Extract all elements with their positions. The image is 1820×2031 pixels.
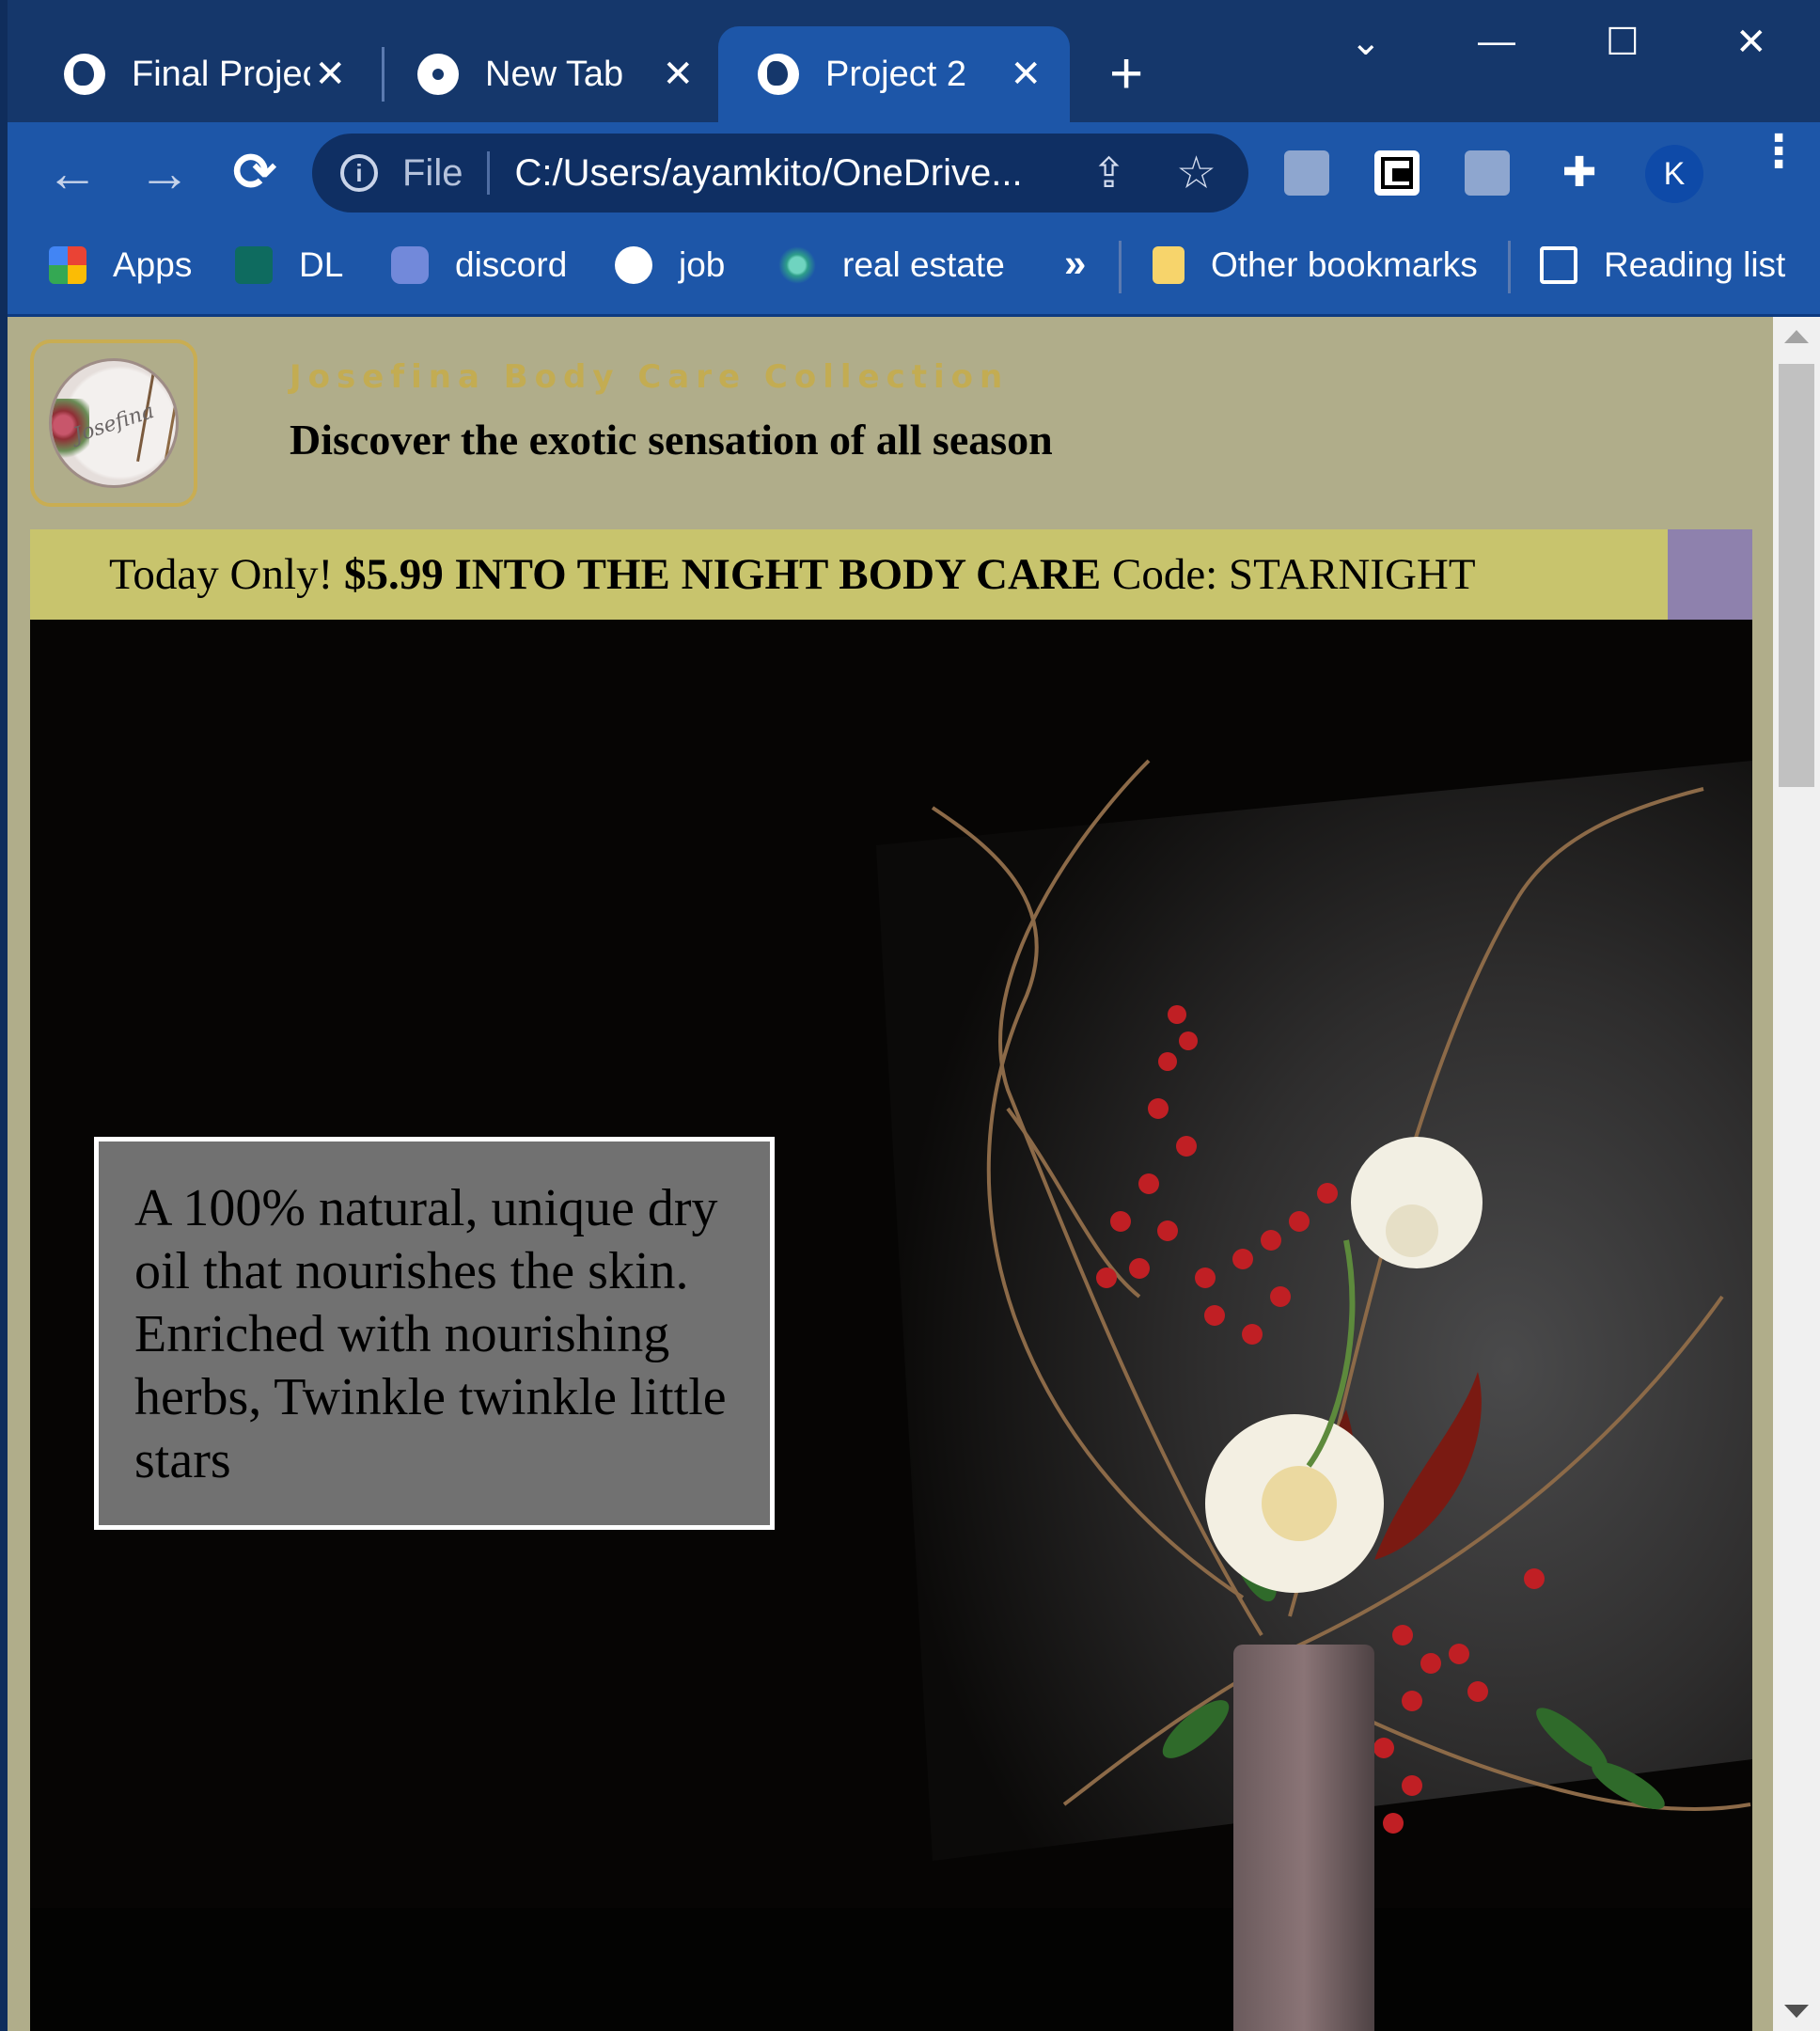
logo-wreath: Josefina <box>49 358 179 488</box>
globe-icon <box>758 54 799 95</box>
ny-state-icon <box>235 246 273 284</box>
tab-search-dropdown-icon[interactable]: ⌄ <box>1350 21 1382 64</box>
close-tab-icon[interactable]: ✕ <box>314 53 346 96</box>
vertical-scrollbar[interactable] <box>1773 317 1820 2031</box>
promo-code: Code: STARNIGHT <box>1111 550 1476 599</box>
bookmark-label: real estate <box>842 245 1005 284</box>
site-logo[interactable]: Josefina <box>30 339 197 507</box>
bookmark-star-icon[interactable]: ☆ <box>1176 147 1216 199</box>
picture-in-picture-icon[interactable] <box>1374 150 1420 196</box>
product-caption-text: A 100% natural, unique dry oil that nour… <box>134 1179 727 1489</box>
url-text[interactable]: C:/Users/ayamkito/OneDrive... <box>514 152 1022 195</box>
tab-title: New Tab <box>485 54 624 94</box>
minimize-button[interactable]: — <box>1478 21 1515 63</box>
promo-banner: Today Only! $5.99 INTO THE NIGHT BODY CA… <box>30 529 1668 620</box>
browser-toolbar: ← → ⟳ i File C:/Users/ayamkito/OneDrive.… <box>8 122 1820 224</box>
profile-avatar[interactable]: K <box>1645 145 1703 203</box>
bookmark-job[interactable]: job <box>615 237 725 293</box>
vase <box>1233 1645 1374 2031</box>
tab-title: Project 2 <box>825 54 966 94</box>
scroll-down-arrow-icon[interactable] <box>1784 2005 1809 2018</box>
tab-project-2[interactable]: Project 2 ✕ <box>718 26 1070 122</box>
extensions-puzzle-icon[interactable]: ✚ <box>1557 150 1602 196</box>
bookmark-label: DL <box>299 245 344 284</box>
scroll-up-arrow-icon[interactable] <box>1784 330 1809 343</box>
close-window-button[interactable]: ✕ <box>1735 21 1767 64</box>
promo-prefix: Today Only! <box>109 550 334 599</box>
omnibox-divider <box>487 151 491 195</box>
shield-extension-icon[interactable] <box>1284 150 1329 196</box>
site-info-icon[interactable]: i <box>340 154 378 192</box>
new-tab-button[interactable]: + <box>1109 41 1143 107</box>
tab-title: Final Projec <box>132 54 310 94</box>
close-tab-icon[interactable]: ✕ <box>662 53 694 96</box>
brand-title: Josefina Body Care Collection <box>290 358 1010 396</box>
discord-icon <box>391 246 429 284</box>
bookmarks-overflow-chevron-icon[interactable]: » <box>1064 241 1086 286</box>
chrome-icon <box>417 54 459 95</box>
bookmark-label: job <box>679 245 726 284</box>
maximize-button[interactable]: ☐ <box>1606 21 1640 64</box>
bookmark-label: Apps <box>113 245 193 284</box>
browser-menu-icon[interactable]: ⋮ <box>1756 130 1801 175</box>
bookmark-other-bookmarks[interactable]: Other bookmarks <box>1153 237 1478 293</box>
bookmarks-divider <box>1508 241 1511 293</box>
page-tagline: Discover the exotic sensation of all sea… <box>290 416 1053 464</box>
bookmark-discord[interactable]: discord <box>391 237 567 293</box>
promo-side-block <box>1668 529 1752 620</box>
address-bar[interactable]: i File C:/Users/ayamkito/OneDrive... ⇪ ☆ <box>312 134 1248 213</box>
tab-divider <box>382 47 384 102</box>
bookmark-apps[interactable]: Apps <box>49 237 192 293</box>
white-chrysanthemum-top <box>1351 1137 1483 1268</box>
bookmarks-bar: Apps DL discord job real estate » Other … <box>8 224 1820 317</box>
promo-highlight: $5.99 INTO THE NIGHT BODY CARE <box>343 550 1102 599</box>
url-scheme-label: File <box>402 151 463 194</box>
sparkle-icon <box>778 246 816 284</box>
page-viewport: Josefina Josefina Body Care Collection D… <box>8 317 1773 2031</box>
reload-button[interactable]: ⟳ <box>222 139 288 205</box>
share-icon[interactable]: ⇪ <box>1091 150 1126 197</box>
promo-text: Today Only! $5.99 INTO THE NIGHT BODY CA… <box>109 549 1476 600</box>
bookmark-dl[interactable]: DL <box>235 237 343 293</box>
product-caption-box: A 100% natural, unique dry oil that nour… <box>94 1137 775 1530</box>
white-chrysanthemum-center <box>1205 1414 1384 1593</box>
reading-list-icon <box>1540 246 1577 284</box>
tab-strip: Final Projec ✕ New Tab ✕ Project 2 ✕ + ⌄… <box>8 0 1820 122</box>
forward-button[interactable]: → <box>132 139 197 205</box>
globe-icon <box>64 54 105 95</box>
bookmark-label: Other bookmarks <box>1211 245 1478 284</box>
reading-list-label: Reading list <box>1604 245 1786 284</box>
tab-final-project[interactable]: Final Projec ✕ <box>8 26 374 122</box>
close-tab-icon[interactable]: ✕ <box>1010 53 1042 96</box>
globe-icon <box>615 246 652 284</box>
apps-grid-icon <box>49 246 86 284</box>
bookmark-real-estate[interactable]: real estate <box>778 237 1005 293</box>
folder-icon <box>1153 246 1185 284</box>
bookmark-label: discord <box>455 245 568 284</box>
acrobat-extension-icon[interactable] <box>1465 150 1510 196</box>
bookmarks-divider <box>1119 241 1122 293</box>
reading-list-button[interactable]: Reading list <box>1540 237 1785 293</box>
back-button[interactable]: ← <box>39 139 105 205</box>
tab-new-tab[interactable]: New Tab ✕ <box>385 26 722 122</box>
scrollbar-thumb[interactable] <box>1779 364 1814 787</box>
